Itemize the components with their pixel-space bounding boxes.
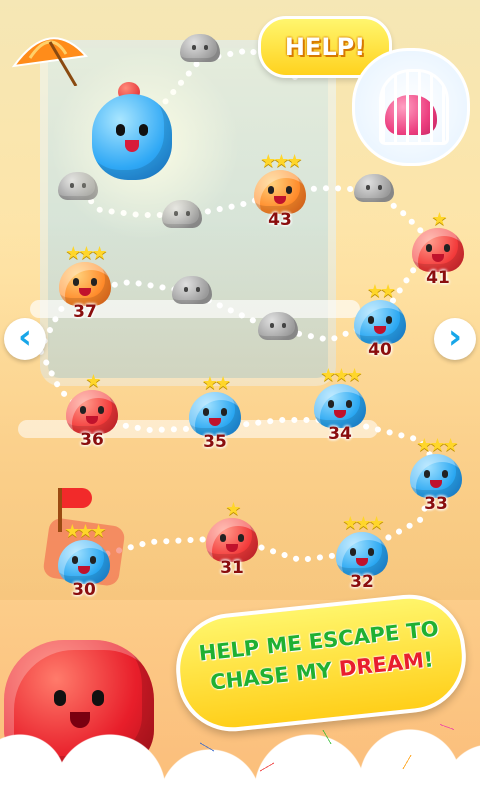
level-number: 43 bbox=[268, 210, 292, 230]
scroll-left-button[interactable]: ‹ bbox=[4, 318, 46, 360]
level-jelly bbox=[314, 384, 366, 428]
umbrella-icon bbox=[11, 37, 89, 86]
scroll-right-button[interactable]: › bbox=[434, 318, 476, 360]
level-jelly bbox=[189, 392, 241, 436]
level-node-30[interactable]: ★★★ 30 bbox=[52, 521, 116, 600]
level-stars: ★★★ bbox=[65, 243, 107, 264]
locked-level-blob bbox=[354, 174, 394, 202]
level-jelly bbox=[59, 262, 111, 306]
level-node-37[interactable]: ★★★ 37 bbox=[53, 243, 117, 322]
level-node-31[interactable]: ★ 31 bbox=[200, 499, 264, 578]
level-number: 34 bbox=[328, 424, 352, 444]
chevron-right-icon: › bbox=[447, 317, 462, 357]
level-jelly bbox=[58, 540, 110, 584]
level-stars: ★ bbox=[85, 371, 101, 392]
level-number: 40 bbox=[368, 340, 392, 360]
level-jelly bbox=[206, 518, 258, 562]
locked-level-blob bbox=[172, 276, 212, 304]
level-number: 32 bbox=[350, 572, 374, 592]
level-number: 33 bbox=[424, 494, 448, 514]
cage-icon bbox=[379, 69, 449, 145]
level-number: 41 bbox=[426, 268, 450, 288]
level-stars: ★★★ bbox=[342, 513, 384, 534]
hero-body bbox=[92, 94, 172, 180]
locked-level-blob bbox=[258, 312, 298, 340]
level-node-36[interactable]: ★ 36 bbox=[60, 371, 124, 450]
level-stars: ★★★ bbox=[416, 435, 458, 456]
banner-line-2-suffix: ! bbox=[422, 647, 435, 673]
level-number: 35 bbox=[203, 432, 227, 452]
level-jelly bbox=[412, 228, 464, 272]
level-stars: ★ bbox=[225, 499, 241, 520]
level-stars: ★ bbox=[431, 209, 447, 230]
level-stars: ★★ bbox=[201, 373, 231, 394]
level-number: 36 bbox=[80, 430, 104, 450]
map-scene: HELP! ‹ › ★★★ 30 ★ 31 ★★★ 32 ★★★ 33 ★★★ 34 ★★ 35 ★ 36… bbox=[0, 0, 480, 800]
level-jelly bbox=[336, 532, 388, 576]
level-number: 30 bbox=[72, 580, 96, 600]
level-number: 37 bbox=[73, 302, 97, 322]
level-jelly bbox=[410, 454, 462, 498]
level-node-34[interactable]: ★★★ 34 bbox=[308, 365, 372, 444]
level-jelly bbox=[66, 390, 118, 434]
level-node-43[interactable]: ★★★ 43 bbox=[248, 151, 312, 230]
chevron-left-icon: ‹ bbox=[17, 317, 32, 357]
level-stars: ★★★ bbox=[64, 521, 106, 542]
level-node-33[interactable]: ★★★ 33 bbox=[404, 435, 468, 514]
level-jelly bbox=[354, 300, 406, 344]
banner-dream-word: DREAM bbox=[337, 648, 426, 682]
player-character bbox=[88, 82, 180, 182]
sprinkles-decor bbox=[0, 700, 480, 800]
level-node-35[interactable]: ★★ 35 bbox=[183, 373, 247, 452]
level-number: 31 bbox=[220, 558, 244, 578]
caged-friend-button[interactable] bbox=[352, 48, 470, 166]
level-node-41[interactable]: ★ 41 bbox=[406, 209, 470, 288]
level-node-40[interactable]: ★★ 40 bbox=[348, 281, 412, 360]
level-stars: ★★★ bbox=[320, 365, 362, 386]
level-jelly bbox=[254, 170, 306, 214]
level-node-32[interactable]: ★★★ 32 bbox=[330, 513, 394, 592]
level-stars: ★★★ bbox=[260, 151, 302, 172]
level-stars: ★★ bbox=[366, 281, 396, 302]
